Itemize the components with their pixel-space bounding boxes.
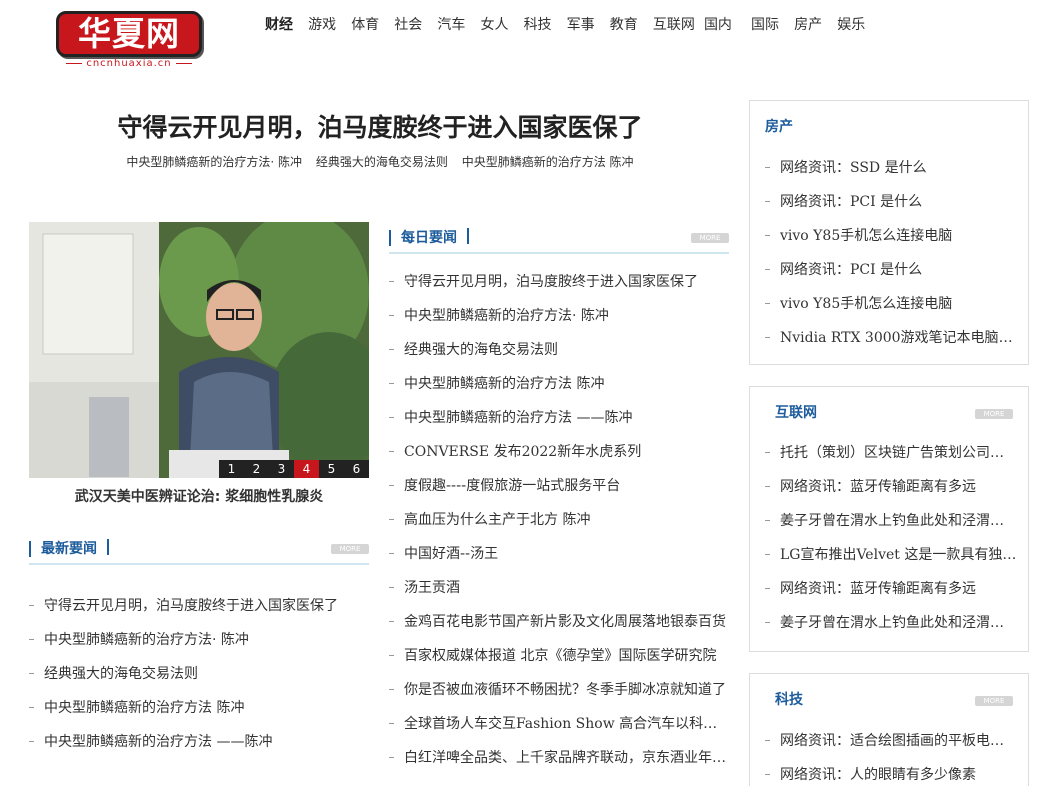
sidebar-internet: 互联网 MORE 托托（策划）区块链广告策划公司排名 网络资讯：蓝牙传输距离有多… — [749, 386, 1029, 652]
site-logo[interactable]: 华夏网 cncnhuaxia.cn — [56, 11, 202, 71]
latest-news-title: 最新要闻 — [41, 537, 109, 561]
list-item[interactable]: vivo Y85手机怎么连接电脑 — [765, 219, 1017, 253]
list-item[interactable]: 你是否被血液循环不畅困扰？冬季手脚冰凉就知道了 — [389, 673, 729, 707]
list-item[interactable]: 中央型肺鳞癌新的治疗方法 ——陈冲 — [29, 725, 369, 759]
photo-slideshow[interactable]: 1 2 3 4 5 6 — [29, 222, 369, 478]
list-item[interactable]: 经典强大的海龟交易法则 — [29, 657, 369, 691]
list-item[interactable]: vivo Y85手机怎么连接电脑 — [765, 287, 1017, 321]
sidebar-tech-list: 网络资讯：适合绘图插画的平板电脑推荐 网络资讯：人的眼睛有多少像素 — [765, 724, 1017, 786]
nav-item-internet[interactable]: 互联网 — [653, 14, 695, 36]
more-button[interactable]: MORE — [975, 696, 1013, 706]
latest-news-list: 守得云开见月明，泊马度胺终于进入国家医保了 中央型肺鳞癌新的治疗方法· 陈冲 经… — [29, 589, 369, 759]
daily-news-header: 每日要闻 MORE — [389, 222, 729, 254]
nav-item-auto[interactable]: 汽车 — [437, 14, 465, 36]
list-item[interactable]: 网络资讯：人的眼睛有多少像素 — [765, 758, 1017, 786]
list-item[interactable]: 百家权威媒体报道 北京《德孕堂》国际医学研究院 — [389, 639, 729, 673]
list-item[interactable]: 网络资讯：蓝牙传输距离有多远 — [765, 470, 1017, 504]
list-item[interactable]: 度假趣----度假旅游一站式服务平台 — [389, 469, 729, 503]
more-button[interactable]: MORE — [331, 544, 369, 554]
sidebar-realestate-title[interactable]: 房产 — [765, 115, 793, 139]
list-item[interactable]: 金鸡百花电影节国产新片影及文化周展落地银泰百货 — [389, 605, 729, 639]
nav-item-women[interactable]: 女人 — [480, 14, 508, 36]
list-item[interactable]: 托托（策划）区块链广告策划公司排名 — [765, 436, 1017, 470]
main-nav: 财经 游戏 体育 社会 汽车 女人 科技 军事 教育 互联网 国内 国际 房产 … — [265, 14, 875, 38]
sidebar-internet-title[interactable]: 互联网 — [775, 401, 817, 425]
list-item[interactable]: CONVERSE 发布2022新年水虎系列 — [389, 435, 729, 469]
list-item[interactable]: 高血压为什么主产于北方 陈冲 — [389, 503, 729, 537]
list-item[interactable]: 守得云开见月明，泊马度胺终于进入国家医保了 — [29, 589, 369, 623]
slide-pager: 1 2 3 4 5 6 — [219, 460, 369, 478]
list-item[interactable]: 网络资讯：蓝牙传输距离有多远 — [765, 572, 1017, 606]
list-item[interactable]: 白红洋啤全品类、上千家品牌齐联动，京东酒业年货节 — [389, 741, 729, 775]
logo-domain: cncnhuaxia.cn — [56, 58, 202, 69]
list-item[interactable]: LG宣布推出Velvet 这是一款具有独特设计 — [765, 538, 1017, 572]
slide-caption[interactable]: 武汉天美中医辨证论治: 浆细胞性乳腺炎 — [29, 486, 369, 508]
daily-news-list: 守得云开见月明，泊马度胺终于进入国家医保了 中央型肺鳞癌新的治疗方法· 陈冲 经… — [389, 265, 729, 775]
header-accent-bar — [29, 541, 31, 557]
more-button[interactable]: MORE — [975, 409, 1013, 419]
list-item[interactable]: 网络资讯：适合绘图插画的平板电脑推荐 — [765, 724, 1017, 758]
list-item[interactable]: 中央型肺鳞癌新的治疗方法 ——陈冲 — [389, 401, 729, 435]
list-item[interactable]: 中央型肺鳞癌新的治疗方法 陈冲 — [29, 691, 369, 725]
slide-dot[interactable]: 2 — [244, 460, 269, 478]
list-item[interactable]: 汤王贡酒 — [389, 571, 729, 605]
latest-news-header: 最新要闻 MORE — [29, 533, 369, 565]
sidebar-tech: 科技 MORE 网络资讯：适合绘图插画的平板电脑推荐 网络资讯：人的眼睛有多少像… — [749, 673, 1029, 786]
list-item[interactable]: Nvidia RTX 3000游戏笔记本电脑GPU的功耗 — [765, 321, 1017, 355]
more-button[interactable]: MORE — [691, 233, 729, 243]
list-item[interactable]: 网络资讯：SSD 是什么 — [765, 151, 1017, 185]
list-item[interactable]: 守得云开见月明，泊马度胺终于进入国家医保了 — [389, 265, 729, 299]
nav-item-education[interactable]: 教育 — [610, 14, 638, 36]
nav-item-military[interactable]: 军事 — [567, 14, 595, 36]
sidebar-tech-title[interactable]: 科技 — [775, 688, 803, 712]
header-accent-bar — [389, 230, 391, 246]
nav-item-finance[interactable]: 财经 — [265, 14, 293, 36]
related-link[interactable]: 中央型肺鳞癌新的治疗方法 陈冲 — [462, 155, 634, 169]
sidebar-internet-list: 托托（策划）区块链广告策划公司排名 网络资讯：蓝牙传输距离有多远 姜子牙曾在渭水… — [765, 436, 1017, 640]
list-item[interactable]: 姜子牙曾在渭水上钓鱼此处和泾渭分明 — [765, 606, 1017, 640]
nav-item-sports[interactable]: 体育 — [351, 14, 379, 36]
slide-dot-active[interactable]: 4 — [294, 460, 319, 478]
logo-mark: 华夏网 — [56, 11, 202, 57]
nav-item-entertainment[interactable]: 娱乐 — [837, 14, 865, 36]
slide-dot[interactable]: 1 — [219, 460, 244, 478]
sidebar-realestate: 房产 网络资讯：SSD 是什么 网络资讯：PCI 是什么 vivo Y85手机怎… — [749, 100, 1029, 365]
list-item[interactable]: 经典强大的海龟交易法则 — [389, 333, 729, 367]
list-item[interactable]: 姜子牙曾在渭水上钓鱼此处和泾渭分明 — [765, 504, 1017, 538]
nav-item-tech[interactable]: 科技 — [524, 14, 552, 36]
list-item[interactable]: 全球首场人车交互Fashion Show 高合汽车以科学之美 — [389, 707, 729, 741]
nav-item-realestate[interactable]: 房产 — [794, 14, 822, 36]
nav-item-society[interactable]: 社会 — [394, 14, 422, 36]
related-link[interactable]: 中央型肺鳞癌新的治疗方法· 陈冲 — [126, 155, 302, 169]
nav-item-international[interactable]: 国际 — [751, 14, 779, 36]
nav-item-domestic[interactable]: 国内 — [704, 14, 732, 36]
list-item[interactable]: 中央型肺鳞癌新的治疗方法· 陈冲 — [389, 299, 729, 333]
sidebar-realestate-list: 网络资讯：SSD 是什么 网络资讯：PCI 是什么 vivo Y85手机怎么连接… — [765, 151, 1017, 355]
top-headline[interactable]: 守得云开见月明，泊马度胺终于进入国家医保了 — [30, 108, 730, 148]
list-item[interactable]: 中国好酒--汤王 — [389, 537, 729, 571]
list-item[interactable]: 网络资讯：PCI 是什么 — [765, 253, 1017, 287]
related-link[interactable]: 经典强大的海龟交易法则 — [316, 155, 448, 169]
list-item[interactable]: 网络资讯：PCI 是什么 — [765, 185, 1017, 219]
list-item[interactable]: 中央型肺鳞癌新的治疗方法· 陈冲 — [29, 623, 369, 657]
slide-dot[interactable]: 5 — [319, 460, 344, 478]
nav-item-games[interactable]: 游戏 — [308, 14, 336, 36]
slide-dot[interactable]: 3 — [269, 460, 294, 478]
daily-news-title: 每日要闻 — [401, 226, 469, 250]
list-item[interactable]: 中央型肺鳞癌新的治疗方法 陈冲 — [389, 367, 729, 401]
slide-dot[interactable]: 6 — [344, 460, 369, 478]
headline-related-links: 中央型肺鳞癌新的治疗方法· 陈冲 经典强大的海龟交易法则 中央型肺鳞癌新的治疗方… — [30, 152, 730, 172]
slide-photo — [29, 222, 369, 478]
